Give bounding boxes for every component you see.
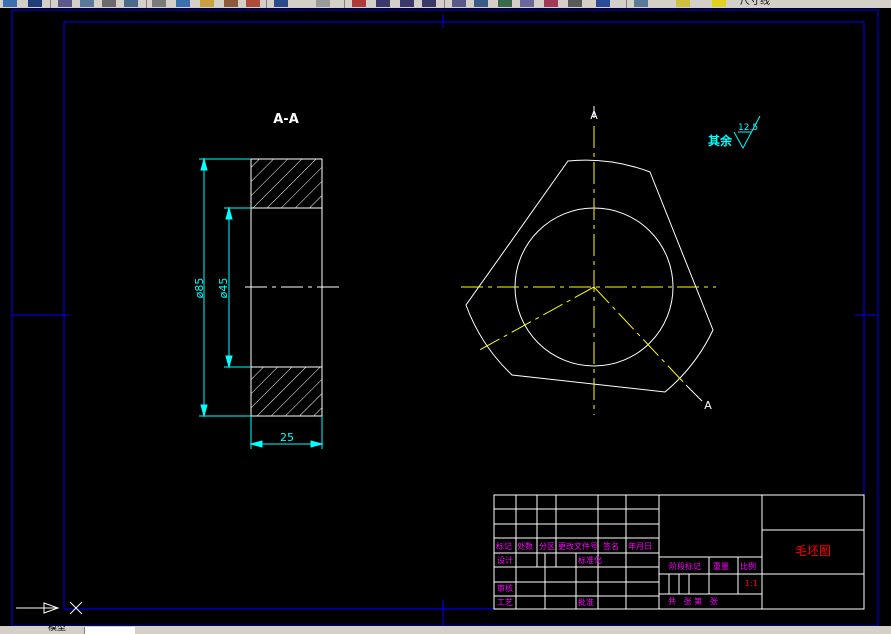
match-properties-icon[interactable] <box>224 0 238 7</box>
tb-label-sheet-info: 共 张 第 张 <box>668 596 718 606</box>
zoom-realtime-icon[interactable] <box>376 0 390 7</box>
tool-palettes-icon[interactable] <box>498 0 512 7</box>
save-icon[interactable] <box>28 0 42 7</box>
paste-icon[interactable] <box>200 0 214 7</box>
publish-icon[interactable] <box>102 0 116 7</box>
cut-icon[interactable] <box>152 0 166 7</box>
toolbar-separator <box>344 0 345 8</box>
canvas-background <box>0 8 891 626</box>
tb-label-mark: 标记 <box>496 541 512 551</box>
preview-icon[interactable] <box>80 0 94 7</box>
tb-label-date: 年月日 <box>628 541 652 551</box>
layout-tab-bar: 模型 <box>0 626 891 634</box>
copy-icon[interactable] <box>176 0 190 7</box>
markup-icon[interactable] <box>544 0 558 7</box>
layer-manager-icon[interactable] <box>634 0 648 7</box>
section-marker-bottom: A <box>704 399 712 412</box>
drawing-canvas[interactable]: A-A ø85 ø45 25 A A 其余 12.5 标记 处数 分区 更改文件… <box>0 8 891 626</box>
new-file-icon[interactable] <box>3 0 17 7</box>
calculator-icon[interactable] <box>568 0 582 7</box>
design-center-icon[interactable] <box>474 0 488 7</box>
tb-label-count: 处数 <box>517 541 533 551</box>
current-layer-name[interactable]: 尺寸线 <box>740 0 770 8</box>
inner-diameter-label: ø45 <box>217 278 230 299</box>
tab-layout[interactable] <box>84 627 135 634</box>
width-label: 25 <box>280 431 294 444</box>
tb-label-scale: 比例 <box>740 561 756 571</box>
tb-label-zone: 分区 <box>539 542 555 551</box>
section-hatch-bottom <box>250 366 323 417</box>
layer-state-icon[interactable] <box>676 0 690 7</box>
zoom-window-icon[interactable] <box>400 0 414 7</box>
pan-icon[interactable] <box>352 0 366 7</box>
properties-icon[interactable] <box>452 0 466 7</box>
toolbar-separator <box>266 0 267 8</box>
tb-label-signature: 签名 <box>603 541 619 551</box>
cad-toolbar: 尺寸线 <box>0 0 891 8</box>
tb-label-weight: 重量 <box>713 561 729 571</box>
zoom-previous-icon[interactable] <box>422 0 436 7</box>
tb-label-design: 设计 <box>497 555 513 565</box>
print-icon[interactable] <box>58 0 72 7</box>
toolbar-separator <box>626 0 627 8</box>
layer-color-icon[interactable] <box>712 0 726 7</box>
redo-icon[interactable] <box>316 0 330 7</box>
tb-label-review: 审核 <box>497 583 513 593</box>
tb-label-change-doc: 更改文件号 <box>558 541 598 551</box>
help-icon[interactable] <box>596 0 610 7</box>
section-view-label: A-A <box>273 112 299 127</box>
block-icon[interactable] <box>246 0 260 7</box>
outer-diameter-label: ø85 <box>193 278 206 299</box>
toolbar-separator <box>50 0 51 8</box>
tab-model[interactable]: 模型 <box>48 626 66 634</box>
tb-label-stage-mark: 阶段标记 <box>669 561 701 571</box>
surface-finish-value: 12.5 <box>738 123 758 133</box>
tb-label-standardize: 标准化 <box>578 555 602 565</box>
drawing-title: 毛坯图 <box>795 544 831 558</box>
surface-finish-prefix: 其余 <box>708 133 733 148</box>
toolbar-separator <box>146 0 147 8</box>
tb-label-approve: 批准 <box>578 597 594 607</box>
tb-label-process: 工艺 <box>497 598 513 607</box>
section-hatch-top <box>250 158 323 209</box>
tb-scale-value: 1:1 <box>745 579 758 588</box>
toolbar-separator <box>444 0 445 8</box>
section-marker-top: A <box>590 109 598 122</box>
undo-icon[interactable] <box>274 0 288 7</box>
sheet-set-icon[interactable] <box>520 0 534 7</box>
plot-icon[interactable] <box>124 0 138 7</box>
